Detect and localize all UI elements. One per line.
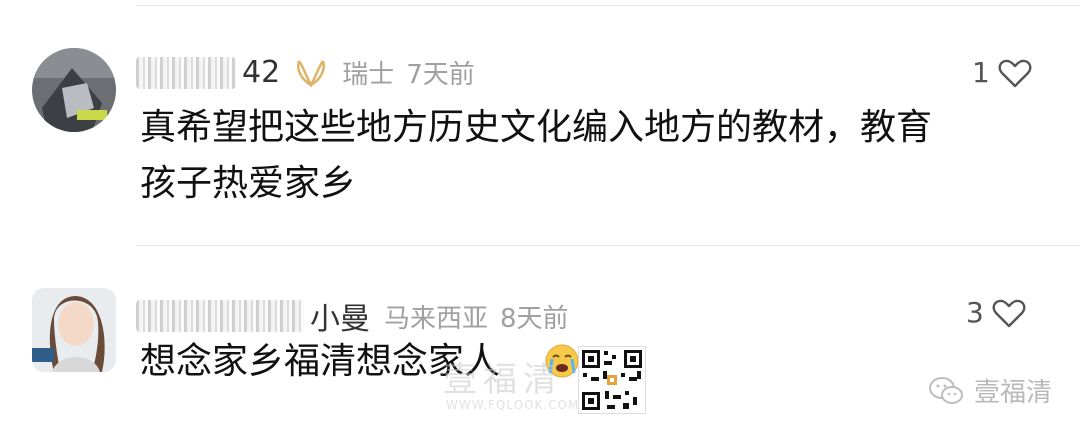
comment-divider (136, 245, 1080, 246)
username-tail[interactable]: 42 (242, 55, 280, 90)
brand-name: 壹福清 (973, 378, 1052, 408)
like-count: 1 (972, 56, 990, 89)
location: 马来西亚 (384, 303, 489, 334)
comment-1-header: 42 瑞士 7天前 (136, 54, 475, 91)
username-tail[interactable]: 小曼 (310, 294, 370, 338)
avatar[interactable] (32, 48, 116, 132)
comment-text: 真希望把这些地方历史文化编入地方的教材，教育 孩子热爱家乡 (140, 100, 1040, 212)
heart-outline-icon (998, 59, 1032, 87)
gold-ribbon-icon (297, 59, 326, 88)
timestamp: 7天前 (406, 60, 475, 90)
comment-line: 孩子热爱家乡 (140, 163, 357, 204)
like-count: 3 (966, 296, 984, 329)
top-divider (136, 5, 1080, 6)
comment-2-header: 小曼 马来西亚 8天前 (136, 294, 569, 338)
watermark-site-name: 壹福清 (443, 360, 563, 400)
watermark-site-url: WWW.FQLOOK.COM (446, 398, 580, 412)
location: 瑞士 (342, 60, 395, 90)
like-button[interactable]: 3 (966, 296, 1026, 329)
brand-watermark: 壹福清 (928, 372, 1052, 409)
comment-line: 真希望把这些地方历史文化编入地方的教材，教育 (140, 107, 933, 148)
username-blurred[interactable] (136, 300, 304, 332)
avatar[interactable] (32, 288, 116, 372)
timestamp: 8天前 (500, 303, 569, 334)
qr-code (578, 346, 646, 414)
wechat-icon (928, 376, 963, 404)
username-blurred[interactable] (136, 56, 236, 89)
like-button[interactable]: 1 (972, 56, 1032, 89)
heart-outline-icon (992, 299, 1026, 327)
